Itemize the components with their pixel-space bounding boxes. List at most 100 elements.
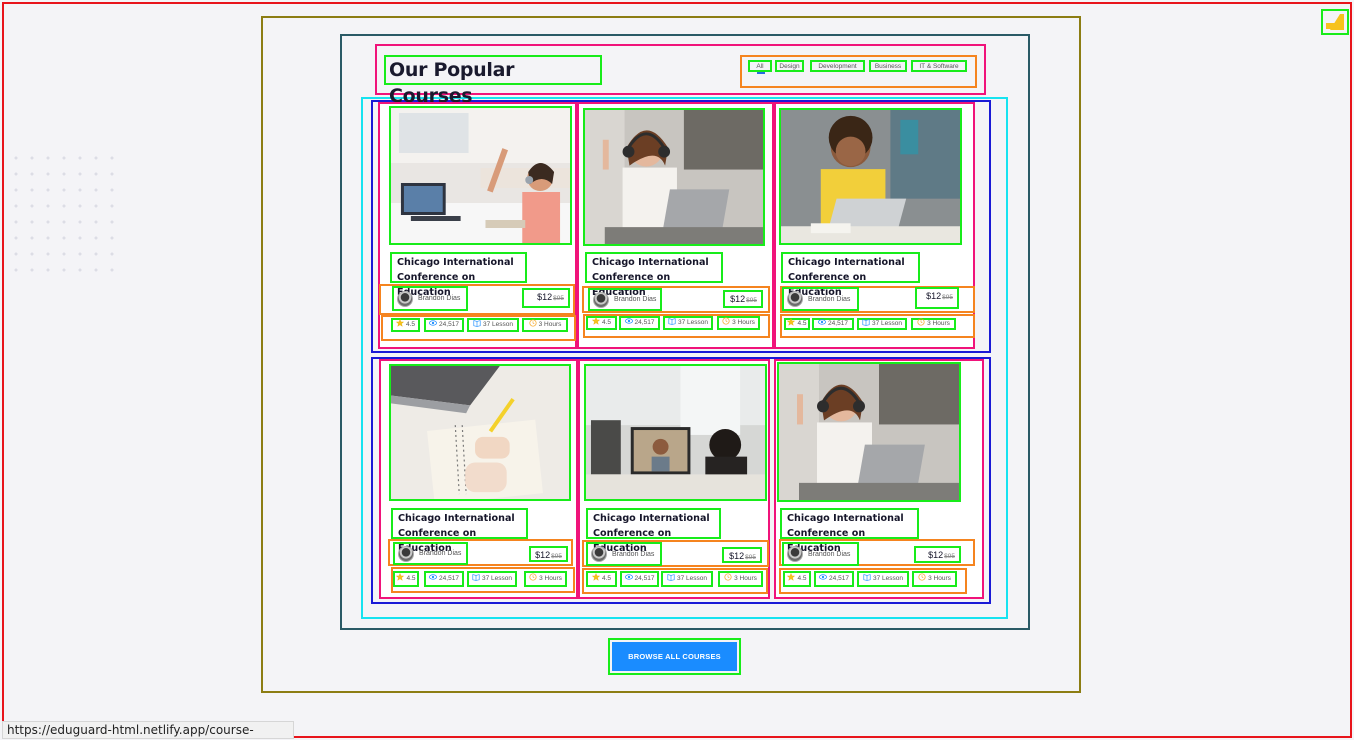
- avatar: [591, 546, 607, 562]
- clock-icon: [722, 317, 730, 329]
- course-views: 24,517: [620, 571, 659, 587]
- old-price: $95: [746, 297, 757, 304]
- course-views: 24,517: [424, 318, 464, 332]
- course-duration-value: 3 Hours: [732, 319, 755, 326]
- rating-icon: [591, 317, 600, 329]
- course-title-line: Chicago International: [592, 257, 709, 268]
- course-title[interactable]: Chicago International Conference on Educa…: [781, 252, 920, 298]
- course-lessons: 37 Lesson: [661, 571, 713, 587]
- course-image[interactable]: [389, 364, 571, 501]
- course-author[interactable]: Brandon Dias: [588, 288, 662, 311]
- book-icon: [472, 573, 480, 585]
- course-image[interactable]: [389, 106, 572, 245]
- rating-icon: [787, 318, 796, 330]
- course-lessons: 37 Lesson: [857, 318, 907, 330]
- course-views-value: 24,517: [634, 575, 655, 582]
- course-title[interactable]: Chicago International Conference on Educa…: [585, 252, 723, 298]
- book-icon: [667, 573, 675, 585]
- course-rating-value: 4.5: [797, 575, 807, 582]
- course-lessons-value: 37 Lesson: [872, 320, 902, 327]
- status-bar-url: https://eduguard-html.netlify.app/course…: [2, 721, 294, 740]
- tab-business[interactable]: Business: [869, 60, 907, 72]
- active-tab-indicator: [757, 72, 765, 74]
- course-views: 24,517: [424, 571, 464, 587]
- author-name: Brandon Dias: [614, 296, 657, 303]
- course-title[interactable]: Chicago International Conference on Educa…: [390, 252, 527, 298]
- course-views-value: 24,517: [829, 575, 849, 582]
- course-author[interactable]: Brandon Dias: [782, 542, 859, 566]
- rating-icon: [787, 573, 796, 585]
- course-author[interactable]: Brandon Dias: [782, 287, 859, 311]
- decorative-dot-pattern: [8, 150, 118, 280]
- course-author[interactable]: Brandon Dias: [392, 286, 468, 311]
- course-duration-value: 3 Hours: [927, 320, 950, 327]
- course-views-value: 24,517: [828, 320, 848, 327]
- author-name: Brandon Dias: [418, 295, 461, 302]
- browse-all-courses-button[interactable]: BROWSE ALL COURSES: [612, 642, 737, 671]
- course-rating: 4.5: [783, 571, 811, 587]
- eye-icon: [819, 573, 828, 585]
- course-title-line: Chicago International: [398, 513, 515, 524]
- book-icon: [863, 573, 871, 585]
- old-price: $95: [942, 294, 953, 301]
- course-rating: 4.5: [586, 571, 617, 587]
- course-duration: 3 Hours: [717, 316, 760, 330]
- clock-icon: [918, 573, 926, 585]
- old-price: $95: [745, 554, 756, 561]
- course-rating: 4.5: [391, 318, 420, 332]
- tab-all[interactable]: All: [748, 60, 772, 72]
- eye-icon: [624, 317, 633, 329]
- course-image[interactable]: [584, 364, 767, 501]
- avatar: [787, 546, 803, 562]
- clock-icon: [724, 573, 732, 585]
- course-duration: 3 Hours: [524, 571, 567, 587]
- course-title-line: Chicago International: [787, 513, 904, 524]
- course-title[interactable]: Chicago International Conference on Educa…: [780, 508, 919, 554]
- course-duration-value: 3 Hours: [539, 575, 562, 582]
- course-views: 24,517: [812, 318, 854, 330]
- clock-icon: [529, 319, 537, 331]
- corner-widget-icon[interactable]: [1321, 9, 1349, 35]
- course-rating-value: 4.5: [797, 320, 807, 327]
- course-price: $12$95: [529, 546, 568, 562]
- course-views: 24,517: [814, 571, 854, 587]
- course-author[interactable]: Brandon Dias: [393, 542, 468, 565]
- tab-it-software[interactable]: IT & Software: [911, 60, 967, 72]
- course-title[interactable]: Chicago International Conference on Educa…: [391, 508, 528, 554]
- course-price: $12$95: [914, 546, 961, 563]
- course-image[interactable]: [777, 362, 961, 502]
- course-views-value: 24,517: [634, 319, 655, 326]
- course-image[interactable]: [583, 108, 765, 246]
- course-image[interactable]: [779, 108, 962, 245]
- course-author[interactable]: Brandon Dias: [586, 542, 662, 566]
- course-duration: 3 Hours: [522, 318, 568, 332]
- author-name: Brandon Dias: [612, 550, 655, 558]
- course-duration: 3 Hours: [911, 318, 956, 330]
- course-duration: 3 Hours: [912, 571, 957, 587]
- current-price: $12: [535, 550, 551, 560]
- course-price: $12$95: [723, 290, 763, 308]
- avatar: [787, 291, 803, 307]
- author-name: Brandon Dias: [419, 550, 462, 557]
- course-title-line: Chicago International: [593, 513, 710, 524]
- course-title[interactable]: Chicago International Conference on Educa…: [586, 508, 721, 554]
- course-price: $12$95: [722, 547, 762, 563]
- course-duration-value: 3 Hours: [538, 321, 562, 328]
- tab-design[interactable]: Design: [775, 60, 804, 72]
- course-lessons: 37 Lesson: [663, 316, 713, 330]
- avatar: [398, 545, 414, 562]
- course-rating-value: 4.5: [601, 575, 612, 582]
- eye-icon: [429, 319, 438, 331]
- book-icon: [473, 319, 481, 331]
- course-lessons-value: 37 Lesson: [677, 575, 707, 582]
- rating-icon: [591, 573, 600, 585]
- course-lessons-value: 37 Lesson: [873, 575, 903, 582]
- course-duration-value: 3 Hours: [734, 575, 757, 582]
- author-name: Brandon Dias: [808, 295, 851, 303]
- course-rating-value: 4.5: [405, 321, 416, 328]
- current-price: $12: [729, 551, 745, 561]
- course-lessons-value: 37 Lesson: [482, 575, 512, 582]
- tab-development[interactable]: Development: [810, 60, 865, 72]
- course-lessons-value: 37 Lesson: [483, 321, 513, 328]
- course-lessons-value: 37 Lesson: [678, 319, 708, 326]
